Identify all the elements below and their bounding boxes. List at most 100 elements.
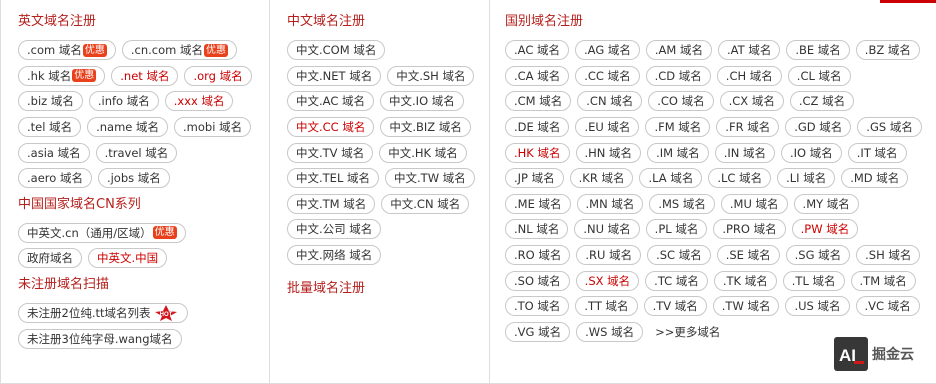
domain-pill-未注册2位纯-tt域名列表[interactable]: 未注册2位纯.tt域名列表 HOT — [18, 303, 188, 324]
domain-pill-xxx-域名[interactable]: .xxx 域名 — [164, 91, 234, 112]
domain-pill-name-域名[interactable]: .name 域名 — [87, 117, 169, 138]
domain-pill-ag-域名[interactable]: .AG 域名 — [575, 40, 640, 61]
domain-pill-cx-域名[interactable]: .CX 域名 — [719, 91, 784, 112]
more-domains-link[interactable]: >>更多域名 — [649, 324, 720, 340]
domain-pill-it-域名[interactable]: .IT 域名 — [847, 142, 907, 163]
domain-pill-cz-域名[interactable]: .CZ 域名 — [789, 91, 855, 112]
domain-pill-net-域名[interactable]: .net 域名 — [111, 65, 179, 86]
domain-pill-cc-域名[interactable]: .CC 域名 — [575, 65, 640, 86]
domain-pill-biz-域名[interactable]: .biz 域名 — [18, 91, 83, 112]
domain-pill-us-域名[interactable]: .US 域名 — [785, 296, 850, 317]
domain-pill-中英文-中国[interactable]: 中英文.中国 — [88, 248, 168, 269]
domain-pill-中文-cn-域名[interactable]: 中文.CN 域名 — [381, 193, 470, 214]
domain-pill-tm-域名[interactable]: .TM 域名 — [850, 270, 916, 291]
domain-pill-eu-域名[interactable]: .EU 域名 — [575, 117, 640, 138]
domain-pill-com-域名[interactable]: .com 域名 优惠 — [18, 40, 116, 61]
domain-pill-cd-域名[interactable]: .CD 域名 — [645, 65, 711, 86]
domain-pill-asia-域名[interactable]: .asia 域名 — [18, 142, 90, 163]
domain-pill-pro-域名[interactable]: .PRO 域名 — [713, 219, 786, 240]
domain-pill-cm-域名[interactable]: .CM 域名 — [505, 91, 572, 112]
domain-pill-kr-域名[interactable]: .KR 域名 — [569, 168, 634, 189]
domain-pill-so-域名[interactable]: .SO 域名 — [505, 270, 570, 291]
domain-pill-la-域名[interactable]: .LA 域名 — [639, 168, 703, 189]
domain-pill-中英文-cn-通用-区域[interactable]: 中英文.cn（通用/区域） 优惠 — [18, 222, 186, 243]
domain-pill-cn-域名[interactable]: .CN 域名 — [577, 91, 643, 112]
domain-pill-ro-域名[interactable]: .RO 域名 — [505, 245, 571, 266]
domain-pill-中文-io-域名[interactable]: 中文.IO 域名 — [380, 91, 464, 112]
domain-pill-io-域名[interactable]: .IO 域名 — [781, 142, 842, 163]
domain-pill-jp-域名[interactable]: .JP 域名 — [505, 168, 564, 189]
domain-pill-cl-域名[interactable]: .CL 域名 — [787, 65, 851, 86]
domain-pill-tl-域名[interactable]: .TL 域名 — [782, 270, 845, 291]
domain-pill-se-域名[interactable]: .SE 域名 — [716, 245, 780, 266]
domain-pill-mu-域名[interactable]: .MU 域名 — [720, 193, 788, 214]
domain-pill-co-域名[interactable]: .CO 域名 — [648, 91, 714, 112]
bulk-registration-link[interactable]: 批量域名注册 — [287, 279, 489, 299]
domain-pill-中文-网络-域名[interactable]: 中文.网络 域名 — [287, 245, 382, 266]
domain-pill-at-域名[interactable]: .AT 域名 — [718, 40, 781, 61]
domain-pill-中文-biz-域名[interactable]: 中文.BIZ 域名 — [380, 117, 471, 138]
domain-pill-sx-域名[interactable]: .SX 域名 — [575, 270, 640, 291]
domain-pill-hn-域名[interactable]: .HN 域名 — [575, 142, 642, 163]
domain-pill-pl-域名[interactable]: .PL 域名 — [645, 219, 708, 240]
domain-pill-tt-域名[interactable]: .TT 域名 — [575, 296, 638, 317]
domain-pill-tk-域名[interactable]: .TK 域名 — [713, 270, 777, 291]
domain-pill-ws-域名[interactable]: .WS 域名 — [576, 321, 644, 342]
domain-pill-me-域名[interactable]: .ME 域名 — [505, 193, 571, 214]
domain-pill-to-域名[interactable]: .TO 域名 — [505, 296, 570, 317]
domain-pill-org-域名[interactable]: .org 域名 — [184, 65, 252, 86]
domain-pill-li-域名[interactable]: .LI 域名 — [777, 168, 836, 189]
domain-pill-中文-net-域名[interactable]: 中文.NET 域名 — [287, 65, 382, 86]
domain-pill-ch-域名[interactable]: .CH 域名 — [716, 65, 782, 86]
domain-pill-中文-公司-域名[interactable]: 中文.公司 域名 — [287, 219, 382, 240]
domain-pill-nu-域名[interactable]: .NU 域名 — [574, 219, 640, 240]
domain-pill-lc-域名[interactable]: .LC 域名 — [708, 168, 772, 189]
domain-pill-travel-域名[interactable]: .travel 域名 — [95, 142, 178, 163]
domain-pill-pw-域名[interactable]: .PW 域名 — [791, 219, 859, 240]
domain-pill-tc-域名[interactable]: .TC 域名 — [645, 270, 708, 291]
domain-pill-nl-域名[interactable]: .NL 域名 — [505, 219, 569, 240]
domain-pill-未注册3位纯字母-wang域名[interactable]: 未注册3位纯字母.wang域名 — [18, 328, 182, 349]
domain-pill-fr-域名[interactable]: .FR 域名 — [716, 117, 780, 138]
domain-pill-im-域名[interactable]: .IM 域名 — [647, 142, 709, 163]
domain-pill-vc-域名[interactable]: .VC 域名 — [855, 296, 920, 317]
domain-pill-my-域名[interactable]: .MY 域名 — [793, 193, 859, 214]
domain-pill-ru-域名[interactable]: .RU 域名 — [576, 245, 642, 266]
domain-pill-ca-域名[interactable]: .CA 域名 — [505, 65, 570, 86]
domain-pill-hk-域名[interactable]: .hk 域名 优惠 — [18, 65, 106, 86]
domain-pill-中文-sh-域名[interactable]: 中文.SH 域名 — [387, 65, 475, 86]
domain-pill-vg-域名[interactable]: .VG 域名 — [505, 321, 571, 342]
domain-pill-aero-域名[interactable]: .aero 域名 — [18, 168, 92, 189]
domain-pill-tel-域名[interactable]: .tel 域名 — [18, 117, 82, 138]
domain-pill-mn-域名[interactable]: .MN 域名 — [576, 193, 644, 214]
domain-pill-中文-tel-域名[interactable]: 中文.TEL 域名 — [287, 168, 380, 189]
domain-pill-info-域名[interactable]: .info 域名 — [88, 91, 159, 112]
domain-pill-cn-com-域名[interactable]: .cn.com 域名 优惠 — [121, 40, 238, 61]
domain-pill-de-域名[interactable]: .DE 域名 — [505, 117, 570, 138]
domain-pill-中文-com-域名[interactable]: 中文.COM 域名 — [287, 40, 386, 61]
domain-pill-中文-ac-域名[interactable]: 中文.AC 域名 — [287, 91, 375, 112]
domain-pill-ac-域名[interactable]: .AC 域名 — [505, 40, 570, 61]
domain-pill-jobs-域名[interactable]: .jobs 域名 — [97, 168, 170, 189]
domain-pill-gs-域名[interactable]: .GS 域名 — [857, 117, 922, 138]
domain-pill-am-域名[interactable]: .AM 域名 — [645, 40, 713, 61]
domain-pill-bz-域名[interactable]: .BZ 域名 — [855, 40, 920, 61]
domain-pill-中文-cc-域名[interactable]: 中文.CC 域名 — [287, 117, 375, 138]
domain-pill-中文-tv-域名[interactable]: 中文.TV 域名 — [287, 142, 374, 163]
domain-pill-sh-域名[interactable]: .SH 域名 — [856, 245, 921, 266]
domain-pill-hk-域名[interactable]: .HK 域名 — [505, 142, 570, 163]
domain-pill-fm-域名[interactable]: .FM 域名 — [645, 117, 711, 138]
domain-pill-mobi-域名[interactable]: .mobi 域名 — [174, 117, 252, 138]
domain-pill-be-域名[interactable]: .BE 域名 — [786, 40, 850, 61]
domain-pill-tv-域名[interactable]: .TV 域名 — [643, 296, 707, 317]
domain-pill-gd-域名[interactable]: .GD 域名 — [785, 117, 852, 138]
domain-pill-md-域名[interactable]: .MD 域名 — [841, 168, 909, 189]
domain-pill-sc-域名[interactable]: .SC 域名 — [647, 245, 711, 266]
domain-pill-tw-域名[interactable]: .TW 域名 — [712, 296, 780, 317]
domain-pill-ms-域名[interactable]: .MS 域名 — [649, 193, 715, 214]
domain-pill-in-域名[interactable]: .IN 域名 — [714, 142, 775, 163]
domain-pill-中文-tw-域名[interactable]: 中文.TW 域名 — [385, 168, 475, 189]
domain-pill-中文-hk-域名[interactable]: 中文.HK 域名 — [379, 142, 467, 163]
domain-pill-中文-tm-域名[interactable]: 中文.TM 域名 — [287, 193, 376, 214]
domain-pill-sg-域名[interactable]: .SG 域名 — [785, 245, 851, 266]
